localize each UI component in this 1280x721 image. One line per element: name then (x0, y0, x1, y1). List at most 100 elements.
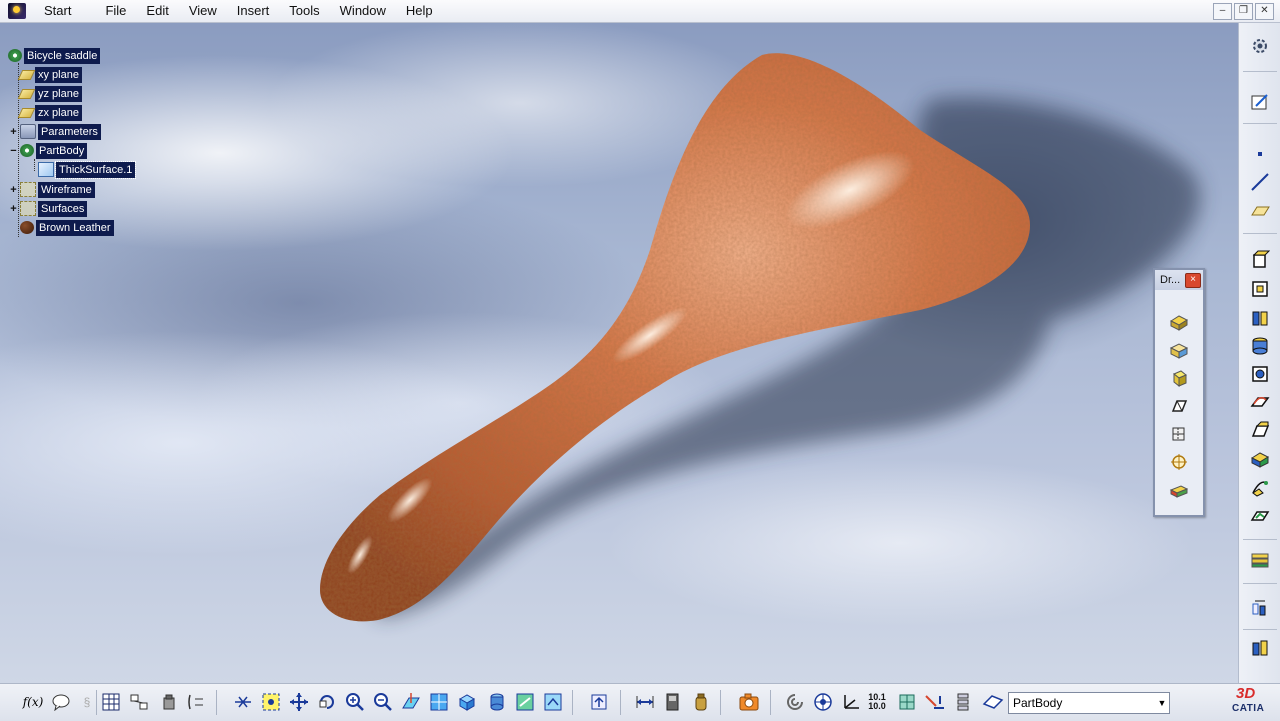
loft-icon[interactable] (1249, 476, 1271, 498)
comment-icon[interactable] (50, 691, 72, 713)
swap-space-icon[interactable] (542, 691, 564, 713)
compass-icon[interactable] (812, 691, 834, 713)
draft-chamfer-icon[interactable] (1167, 394, 1191, 418)
groove-icon[interactable] (1249, 335, 1271, 357)
close-icon[interactable]: × (1185, 273, 1201, 288)
tree-node-material[interactable]: Brown Leather (20, 219, 114, 236)
draft-analysis-icon[interactable] (1167, 310, 1191, 334)
fit-all-icon[interactable] (260, 691, 282, 713)
union-icon[interactable] (1249, 637, 1271, 659)
knowledge-icon[interactable]: § (76, 691, 98, 713)
grid-snap-icon[interactable] (896, 691, 918, 713)
translate-icon[interactable] (1249, 597, 1271, 619)
draft-reflect-icon[interactable] (1167, 338, 1191, 362)
draft-box-icon[interactable] (1167, 478, 1191, 502)
menu-start[interactable]: Start (34, 1, 81, 21)
formula-icon[interactable]: f(x) (22, 691, 44, 713)
tree-node-parameters[interactable]: + Parameters (9, 123, 101, 140)
draft-variable-icon[interactable] (1167, 366, 1191, 390)
pocket-icon[interactable] (1249, 277, 1271, 299)
3d-viewport[interactable]: Bicycle saddle xy plane yz plane zx plan… (0, 23, 1238, 683)
pad-icon[interactable] (1249, 248, 1271, 270)
rule-icon[interactable] (186, 691, 208, 713)
surface-icon[interactable] (982, 691, 1004, 713)
tree-node-root[interactable]: Bicycle saddle (8, 47, 101, 64)
menu-help[interactable]: Help (396, 1, 443, 21)
capture-camera-icon[interactable] (738, 691, 760, 713)
draft-floating-toolbar[interactable]: Dr... × (1153, 268, 1205, 517)
tree-node-thicksurface[interactable]: ThickSurface.1 (38, 160, 137, 179)
update-icon[interactable] (588, 691, 610, 713)
constraint-icon[interactable] (924, 691, 946, 713)
normal-view-icon[interactable] (400, 691, 422, 713)
tree-zx-plane-label[interactable]: zx plane (35, 104, 82, 121)
rotate-icon[interactable] (316, 691, 338, 713)
restore-button[interactable]: ❐ (1234, 3, 1253, 20)
catalog-icon[interactable] (128, 691, 150, 713)
collapse-icon[interactable]: − (9, 145, 18, 157)
tree-root-label[interactable]: Bicycle saddle (24, 47, 101, 64)
tree-xy-plane-label[interactable]: xy plane (35, 66, 82, 83)
settings-gear-icon[interactable] (1249, 35, 1271, 57)
tree-node-partbody[interactable]: − PartBody (9, 142, 88, 159)
tree-material-label[interactable]: Brown Leather (36, 219, 114, 236)
axis-system-icon[interactable] (840, 691, 862, 713)
design-table-icon[interactable] (100, 691, 122, 713)
menu-insert[interactable]: Insert (227, 1, 280, 21)
close-button[interactable]: ✕ (1255, 3, 1274, 20)
tree-surfaces-label[interactable]: Surfaces (38, 200, 88, 217)
fly-mode-icon[interactable] (232, 691, 254, 713)
stiffener-icon[interactable] (1249, 447, 1271, 469)
line-icon[interactable] (1249, 171, 1271, 193)
zoom-out-icon[interactable] (372, 691, 394, 713)
pan-icon[interactable] (288, 691, 310, 713)
saddle-model[interactable] (0, 23, 1238, 683)
menu-view[interactable]: View (179, 1, 227, 21)
thickness-icon[interactable] (1249, 549, 1271, 571)
tree-wireframe-label[interactable]: Wireframe (38, 181, 95, 198)
shading-icon[interactable] (486, 691, 508, 713)
part-body-icon[interactable] (158, 691, 180, 713)
menu-window[interactable]: Window (330, 1, 396, 21)
dimension-icon[interactable]: 10.1 10.0 (866, 691, 888, 713)
measure-between-icon[interactable] (634, 691, 656, 713)
tree-thicksurface-label[interactable]: ThickSurface.1 (54, 160, 137, 179)
tree-parameters-label[interactable]: Parameters (38, 123, 101, 140)
menu-file[interactable]: File (95, 1, 136, 21)
measure-item-icon[interactable] (662, 691, 684, 713)
reframe-icon[interactable] (784, 691, 806, 713)
chevron-down-icon[interactable]: ▼ (1155, 694, 1169, 712)
draft-target-icon[interactable] (1167, 450, 1191, 474)
hide-show-icon[interactable] (514, 691, 536, 713)
tree-node-xy-plane[interactable]: xy plane (17, 66, 82, 83)
draft-parting-icon[interactable] (1167, 422, 1191, 446)
point-icon[interactable] (1249, 143, 1271, 165)
expand-icon[interactable]: + (9, 203, 18, 215)
catia-app-icon[interactable] (8, 3, 26, 19)
sketcher-icon[interactable] (1249, 91, 1271, 113)
iso-view-icon[interactable] (456, 691, 478, 713)
shaft-icon[interactable] (1249, 307, 1271, 329)
slot-icon[interactable] (1249, 419, 1271, 441)
minimize-button[interactable]: – (1213, 3, 1232, 20)
tree-node-zx-plane[interactable]: zx plane (17, 104, 82, 121)
tree-yz-plane-label[interactable]: yz plane (35, 85, 82, 102)
multi-view-icon[interactable] (428, 691, 450, 713)
measure-inertia-icon[interactable] (690, 691, 712, 713)
stack-icon[interactable] (952, 691, 974, 713)
menu-tools[interactable]: Tools (279, 1, 329, 21)
plane-icon[interactable] (1249, 199, 1271, 221)
tree-node-wireframe[interactable]: + Wireframe (9, 181, 95, 198)
tree-node-yz-plane[interactable]: yz plane (17, 85, 82, 102)
current-body-select[interactable]: PartBody ▼ (1008, 692, 1170, 714)
zoom-in-icon[interactable] (344, 691, 366, 713)
floating-toolbar-titlebar[interactable]: Dr... × (1155, 270, 1203, 290)
hole-icon[interactable] (1249, 363, 1271, 385)
expand-icon[interactable]: + (9, 184, 18, 196)
rib-icon[interactable] (1249, 391, 1271, 413)
tree-partbody-label[interactable]: PartBody (36, 142, 88, 159)
remove-loft-icon[interactable] (1249, 505, 1271, 527)
menu-edit[interactable]: Edit (136, 1, 178, 21)
tree-node-surfaces[interactable]: + Surfaces (9, 200, 88, 217)
expand-icon[interactable]: + (9, 126, 18, 138)
